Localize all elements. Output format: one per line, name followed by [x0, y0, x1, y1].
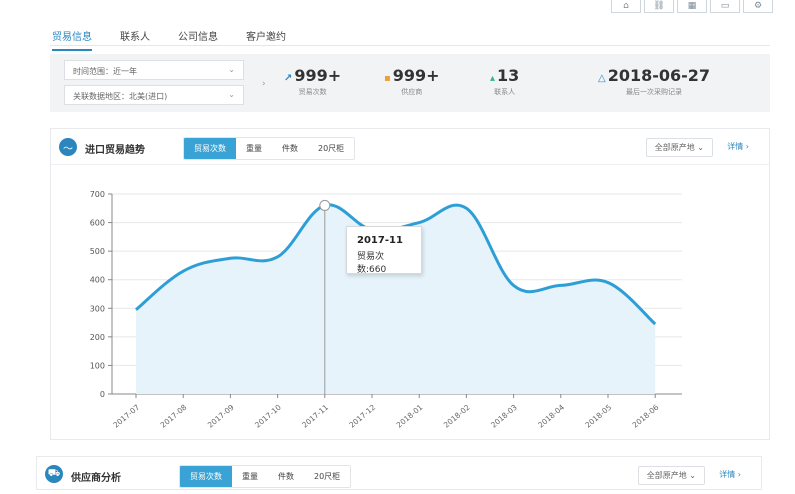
- tabs-divider: [50, 45, 770, 46]
- chevron-down-icon: ⌄: [228, 90, 235, 99]
- y-tick-label: 400: [90, 276, 105, 285]
- tab-customer-invite[interactable]: 客户邀约: [246, 28, 286, 51]
- segment-pieces[interactable]: 件数: [272, 138, 308, 159]
- detail-link[interactable]: 详情 ›: [727, 141, 749, 152]
- x-tick-label: 2018-01: [395, 402, 425, 429]
- segment-trade-count[interactable]: 贸易次数: [184, 138, 236, 159]
- home-icon[interactable]: ⌂: [611, 0, 641, 13]
- chevron-right-icon: ›: [745, 142, 749, 151]
- x-tick-label: 2018-05: [583, 402, 613, 429]
- region-select[interactable]: 关联数据地区：北美(进口) ⌄: [64, 85, 244, 105]
- box-icon: ▪: [384, 73, 391, 84]
- detail-link-label: 详情: [727, 142, 744, 151]
- origin-select[interactable]: 全部原产地 ⌄: [645, 138, 713, 157]
- highlight-point: [319, 199, 331, 211]
- cart-icon: ⛟: [45, 465, 63, 483]
- tab-trade-info[interactable]: 贸易信息: [52, 28, 92, 51]
- detail-link-label: 详情: [719, 470, 736, 479]
- stat-value: 2018-06-27: [607, 66, 711, 85]
- detail-link[interactable]: 详情 ›: [719, 469, 741, 480]
- panel-title: 进口贸易趋势: [85, 145, 145, 156]
- x-tick-label: 2017-09: [206, 402, 236, 429]
- segment-trade-count[interactable]: 贸易次数: [180, 466, 232, 487]
- x-tick-label: 2018-06: [631, 402, 661, 429]
- stat-value: 999+: [392, 66, 440, 85]
- panel-title: 供应商分析: [71, 473, 121, 484]
- chart-tooltip: 2017-11 贸易次数:660: [346, 226, 422, 275]
- panel-header: ⛟ 供应商分析 贸易次数 重量 件数 20尺柜 全部原产地 ⌄ 详情 ›: [37, 457, 761, 491]
- y-tick-label: 600: [90, 219, 105, 228]
- x-tick-label: 2017-12: [347, 402, 377, 429]
- y-tick-label: 200: [90, 333, 105, 342]
- card-icon[interactable]: ▭: [710, 0, 740, 13]
- chevron-down-icon: ⌄: [689, 471, 696, 480]
- y-tick-label: 700: [90, 190, 105, 199]
- tooltip-title: 2017-11: [357, 235, 403, 246]
- stat-last-purchase: △ 2018-06-27 最后一次采购记录: [598, 66, 710, 97]
- trend-chart: 0 100 200 300 400 500 600 700 2017-07 2017-08 2017…: [90, 190, 682, 430]
- segment-weight[interactable]: 重量: [236, 138, 272, 159]
- building-icon[interactable]: ▦: [677, 0, 707, 13]
- origin-select-label: 全部原产地: [654, 143, 695, 152]
- segment-pieces[interactable]: 件数: [268, 466, 304, 487]
- link-icon[interactable]: ⛓: [644, 0, 674, 13]
- segment-20ft-container[interactable]: 20尺柜: [308, 138, 355, 159]
- y-tick-label: 300: [90, 304, 105, 313]
- x-tick-label: 2017-07: [111, 402, 141, 429]
- origin-select-label: 全部原产地: [646, 471, 687, 480]
- time-range-label: 时间范围：近一年: [73, 67, 137, 76]
- settings-icon[interactable]: ⚙: [743, 0, 773, 13]
- trend-icon: ↗: [284, 73, 293, 84]
- stat-label: 贸易次数: [298, 88, 327, 96]
- stat-trade-count: ↗ 999+ 贸易次数: [284, 66, 341, 97]
- stat-label: 供应商: [401, 88, 423, 96]
- chevron-down-icon: ⌄: [228, 65, 235, 74]
- tooltip-value: 贸易次数:660: [357, 252, 387, 275]
- segment-20ft-container[interactable]: 20尺柜: [304, 466, 351, 487]
- x-tick-label: 2017-10: [253, 402, 283, 429]
- stat-value: 13: [497, 66, 520, 85]
- main-tabs: 贸易信息 联系人 公司信息 客户邀约: [52, 28, 314, 51]
- x-tick-label: 2018-02: [442, 402, 472, 429]
- y-tick-label: 0: [100, 390, 105, 399]
- supplier-analysis-panel: ⛟ 供应商分析 贸易次数 重量 件数 20尺柜 全部原产地 ⌄ 详情 ›: [36, 456, 762, 490]
- x-tick-label: 2018-04: [536, 402, 566, 429]
- import-trend-panel: 〜 进口贸易趋势 贸易次数 重量 件数 20尺柜 全部原产地 ⌄ 详情 › 0 1…: [50, 128, 770, 440]
- y-tick-label: 100: [90, 361, 105, 370]
- chevron-down-icon: ⌄: [697, 143, 704, 152]
- segment-weight[interactable]: 重量: [232, 466, 268, 487]
- x-tick-label: 2017-08: [159, 402, 189, 429]
- y-tick-label: 500: [90, 247, 105, 256]
- x-tick-label: 2018-03: [489, 402, 519, 429]
- chevron-right-icon: ›: [737, 470, 741, 479]
- stat-suppliers: ▪ 999+ 供应商: [384, 66, 440, 97]
- bell-icon: △: [598, 73, 606, 84]
- tab-company-info[interactable]: 公司信息: [178, 28, 218, 51]
- stat-value: 999+: [294, 66, 342, 85]
- user-icon: ▴: [490, 73, 496, 84]
- summary-bar: 时间范围：近一年 ⌄ 关联数据地区：北美(进口) ⌄ › ↗ 999+ 贸易次数 …: [50, 54, 770, 112]
- region-label: 关联数据地区：北美(进口): [73, 92, 168, 101]
- tab-contacts[interactable]: 联系人: [120, 28, 150, 51]
- trend-chart-icon: 〜: [59, 138, 77, 156]
- metric-segmented-control: 贸易次数 重量 件数 20尺柜: [179, 465, 352, 488]
- x-tick-label: 2017-11: [300, 402, 330, 429]
- time-range-select[interactable]: 时间范围：近一年 ⌄: [64, 60, 244, 80]
- panel-header: 〜 进口贸易趋势 贸易次数 重量 件数 20尺柜 全部原产地 ⌄ 详情 ›: [51, 129, 769, 165]
- stat-label: 联系人: [494, 88, 516, 96]
- metric-segmented-control: 贸易次数 重量 件数 20尺柜: [183, 137, 356, 160]
- top-toolbar: ⌂ ⛓ ▦ ▭ ⚙: [608, 0, 773, 13]
- chevron-right-icon: ›: [262, 79, 266, 89]
- stat-contacts: ▴ 13 联系人: [490, 66, 519, 97]
- stat-label: 最后一次采购记录: [626, 88, 683, 96]
- origin-select[interactable]: 全部原产地 ⌄: [637, 466, 705, 485]
